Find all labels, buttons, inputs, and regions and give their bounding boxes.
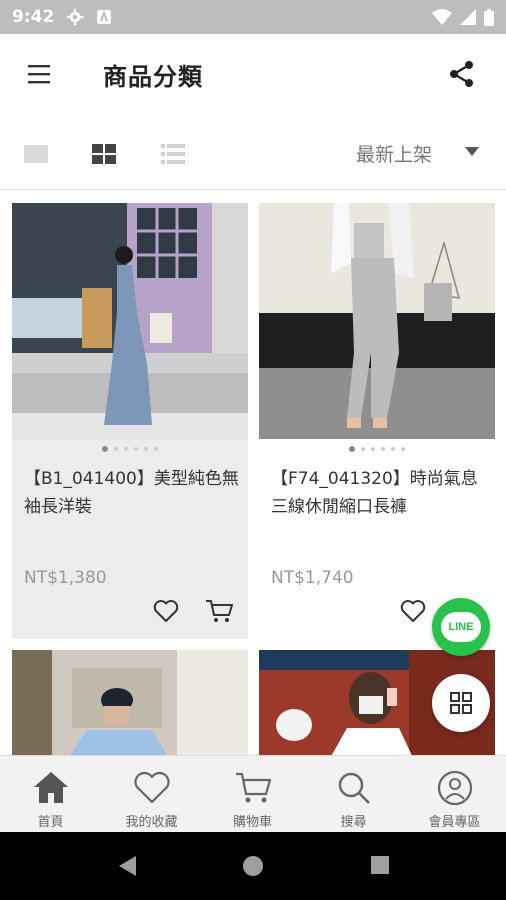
- product-card[interactable]: [12, 650, 248, 755]
- nav-label: 購物車: [232, 815, 272, 830]
- app-notification-icon: [96, 9, 112, 25]
- grid-view-icon[interactable]: [90, 141, 118, 167]
- nav-search[interactable]: 搜尋: [303, 756, 404, 833]
- product-image[interactable]: [259, 203, 495, 439]
- nav-label: 首頁: [37, 815, 64, 830]
- nav-label: 會員專區: [428, 815, 481, 830]
- heart-icon: [134, 771, 170, 804]
- home-circle-icon[interactable]: [242, 855, 264, 877]
- line-logo-text: LINE: [448, 621, 474, 633]
- product-card[interactable]: 【B1_041400】美型純色無袖長洋裝 NT$1,380: [12, 203, 248, 639]
- home-icon: [34, 772, 68, 803]
- search-icon: [338, 772, 370, 804]
- status-bar: 9:42: [0, 0, 506, 34]
- line-logo-icon: LINE: [441, 612, 481, 642]
- cell-signal-icon: [460, 9, 476, 25]
- add-to-cart-icon[interactable]: [205, 598, 233, 624]
- back-icon[interactable]: [116, 854, 138, 878]
- product-image[interactable]: [12, 650, 248, 755]
- recents-icon[interactable]: [370, 855, 390, 875]
- nav-favorites[interactable]: 我的收藏: [101, 756, 202, 833]
- heart-icon[interactable]: [153, 598, 179, 624]
- product-grid: 【B1_041400】美型純色無袖長洋裝 NT$1,380 【F74_04132…: [0, 192, 506, 755]
- product-card[interactable]: 【F74_041320】時尚氣息三線休閒縮口長褲 NT$1,740: [259, 203, 495, 639]
- product-price: NT$1,380: [24, 568, 107, 588]
- image-carousel-dots[interactable]: [259, 446, 495, 452]
- status-time: 9:42: [12, 7, 55, 27]
- product-name[interactable]: 【B1_041400】美型純色無袖長洋裝: [24, 465, 244, 521]
- grid-menu-icon: [450, 692, 472, 714]
- nav-home[interactable]: 首頁: [0, 756, 101, 833]
- nav-cart[interactable]: 購物車: [202, 756, 303, 833]
- user-icon: [437, 770, 473, 806]
- system-navigation-bar: [0, 832, 506, 900]
- bottom-navigation: 首頁 我的收藏 購物車 搜尋 會員專區: [0, 755, 506, 832]
- view-sort-toolbar: 最新上架: [0, 130, 506, 190]
- cart-icon: [236, 772, 272, 803]
- product-image[interactable]: [12, 203, 248, 439]
- sort-dropdown-label[interactable]: 最新上架: [356, 140, 432, 167]
- product-name[interactable]: 【F74_041320】時尚氣息三線休閒縮口長褲: [271, 465, 491, 521]
- product-price: NT$1,740: [271, 568, 354, 588]
- app-bar: 商品分類: [0, 34, 506, 114]
- image-carousel-dots[interactable]: [12, 446, 248, 452]
- wifi-icon: [432, 9, 452, 25]
- nav-label: 搜尋: [340, 815, 367, 830]
- sort-dropdown-caret-icon[interactable]: [465, 147, 479, 156]
- heart-icon[interactable]: [400, 598, 426, 624]
- nav-label: 我的收藏: [125, 815, 178, 830]
- hamburger-menu-icon[interactable]: [26, 63, 52, 85]
- single-view-icon[interactable]: [22, 141, 50, 167]
- battery-icon: [484, 8, 494, 26]
- quick-menu-button[interactable]: [432, 674, 490, 732]
- nav-member[interactable]: 會員專區: [404, 756, 505, 833]
- share-icon[interactable]: [448, 60, 476, 88]
- settings-gear-icon: [66, 8, 84, 26]
- line-chat-button[interactable]: LINE: [432, 598, 490, 656]
- list-view-icon[interactable]: [159, 141, 187, 167]
- page-title: 商品分類: [103, 63, 203, 91]
